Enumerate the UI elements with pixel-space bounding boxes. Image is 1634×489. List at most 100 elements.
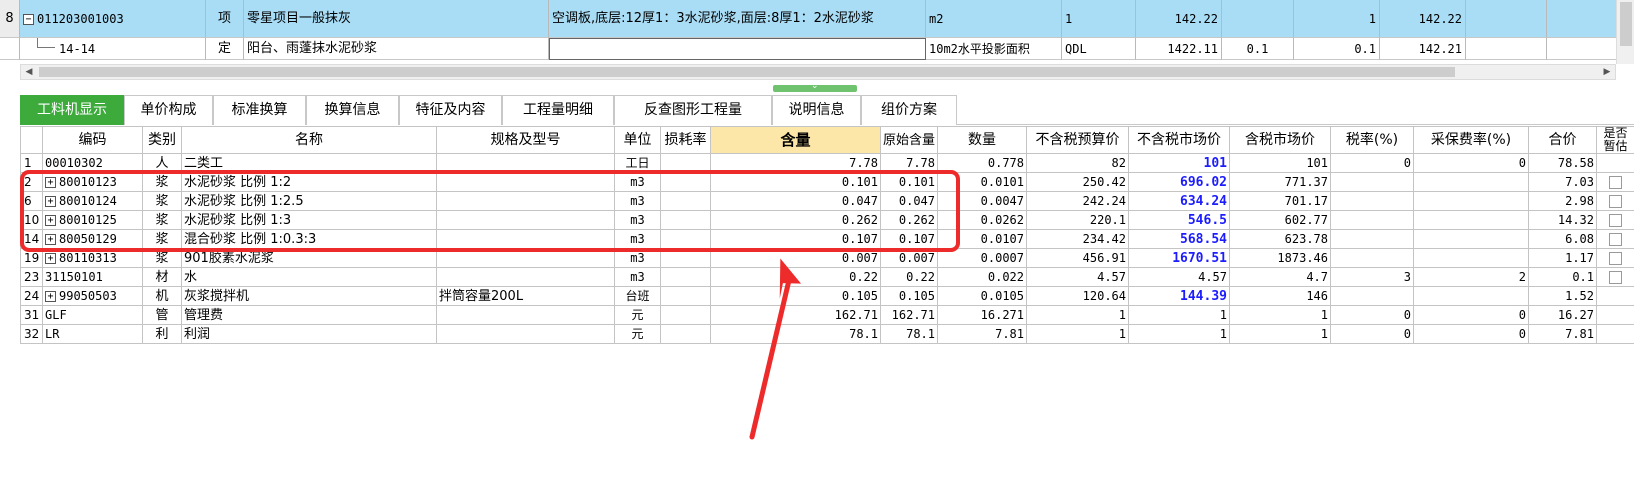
resource-total[interactable]: 16.27	[1528, 305, 1597, 325]
item-qty-expr[interactable]: 1	[1062, 0, 1136, 38]
resource-spec[interactable]	[436, 191, 615, 211]
scroll-left-icon[interactable]: ◀	[21, 65, 37, 79]
resource-purchase-rate[interactable]: 2	[1413, 267, 1529, 287]
resource-purchase-rate[interactable]	[1413, 172, 1529, 192]
tab-unit-price[interactable]: 单价构成	[124, 95, 213, 125]
resource-qty[interactable]: 7.81	[937, 324, 1027, 344]
resource-market-price[interactable]: 101	[1128, 153, 1230, 173]
resource-spec[interactable]	[436, 267, 615, 287]
resource-orig-content[interactable]: 0.107	[880, 229, 938, 249]
resource-budget-price[interactable]: 456.91	[1026, 248, 1129, 268]
resource-name[interactable]: 901胶素水泥浆	[181, 248, 437, 268]
resource-tax-rate[interactable]: 0	[1330, 305, 1414, 325]
resource-code[interactable]: +80050129	[42, 229, 143, 249]
resource-type[interactable]: 浆	[142, 248, 182, 268]
quota-qty-expr[interactable]: QDL	[1062, 38, 1136, 60]
resource-tax-market-price[interactable]: 4.7	[1229, 267, 1331, 287]
resource-unit[interactable]: m3	[614, 248, 661, 268]
resource-type[interactable]: 利	[142, 324, 182, 344]
resource-total[interactable]: 78.58	[1528, 153, 1597, 173]
resource-code[interactable]: GLF	[42, 305, 143, 325]
resource-name[interactable]: 水泥砂浆 比例 1:2	[181, 172, 437, 192]
resource-unit[interactable]: m3	[614, 210, 661, 230]
resource-orig-content[interactable]: 0.007	[880, 248, 938, 268]
header-spec[interactable]: 规格及型号	[436, 126, 615, 154]
resource-purchase-rate[interactable]	[1413, 210, 1529, 230]
resource-budget-price[interactable]: 1	[1026, 305, 1129, 325]
resource-tax-market-price[interactable]: 771.37	[1229, 172, 1331, 192]
resource-type[interactable]: 管	[142, 305, 182, 325]
tab-conversion-info[interactable]: 换算信息	[306, 95, 399, 125]
resource-content[interactable]: 0.101	[710, 172, 881, 192]
resource-tax-rate[interactable]: 3	[1330, 267, 1414, 287]
table-row[interactable]: 1 00010302 人二类工 工日 7.78 7.78 0.778 82 101 101 0 0 78…	[20, 153, 1634, 173]
resource-unit[interactable]: m3	[614, 191, 661, 211]
resource-qty[interactable]: 0.0101	[937, 172, 1027, 192]
tab-features-content[interactable]: 特征及内容	[399, 95, 502, 125]
resource-purchase-rate[interactable]	[1413, 191, 1529, 211]
resource-code[interactable]: +80010124	[42, 191, 143, 211]
resource-unit[interactable]: m3	[614, 267, 661, 287]
header-orig-content[interactable]: 原始含量	[880, 126, 938, 154]
resource-orig-content[interactable]: 162.71	[880, 305, 938, 325]
resource-unit[interactable]: 元	[614, 305, 661, 325]
resource-tax-rate[interactable]	[1330, 210, 1414, 230]
resource-purchase-rate[interactable]: 0	[1413, 305, 1529, 325]
resource-budget-price[interactable]: 250.42	[1026, 172, 1129, 192]
resource-qty[interactable]: 0.0262	[937, 210, 1027, 230]
header-estimate[interactable]: 是否暂估	[1596, 126, 1634, 154]
header-name[interactable]: 名称	[181, 126, 437, 154]
header-purchase-rate[interactable]: 采保费率(%)	[1413, 126, 1529, 154]
resource-market-price[interactable]: 568.54	[1128, 229, 1230, 249]
quota-feature-input[interactable]	[549, 38, 926, 60]
tab-description[interactable]: 说明信息	[772, 95, 861, 125]
resource-purchase-rate[interactable]: 0	[1413, 324, 1529, 344]
resource-code[interactable]: +99050503	[42, 286, 143, 306]
resource-total[interactable]: 1.17	[1528, 248, 1597, 268]
resource-purchase-rate[interactable]	[1413, 286, 1529, 306]
tab-graphic-quantity[interactable]: 反查图形工程量	[614, 95, 772, 125]
resource-purchase-rate[interactable]: 0	[1413, 153, 1529, 173]
resource-orig-content[interactable]: 0.262	[880, 210, 938, 230]
resource-budget-price[interactable]: 120.64	[1026, 286, 1129, 306]
table-row[interactable]: 24 +99050503 机灰浆搅拌机 拌筒容量200L 台班 0.105 0.105 0.0…	[20, 286, 1634, 306]
estimate-checkbox[interactable]	[1609, 213, 1622, 227]
resource-name[interactable]: 水泥砂浆 比例 1:3	[181, 210, 437, 230]
resource-budget-price[interactable]: 1	[1026, 324, 1129, 344]
resource-market-price[interactable]: 546.5	[1128, 210, 1230, 230]
resource-spec[interactable]	[436, 172, 615, 192]
resource-market-price[interactable]: 1670.51	[1128, 248, 1230, 268]
table-row[interactable]: 19 +80110313 浆 901胶素水泥浆 m3 0.007 0.007 0.0007 45…	[20, 248, 1634, 268]
tab-quantity-detail[interactable]: 工程量明细	[502, 95, 614, 125]
resource-budget-price[interactable]: 82	[1026, 153, 1129, 173]
resource-code[interactable]: +80010123	[42, 172, 143, 192]
resource-market-price[interactable]: 144.39	[1128, 286, 1230, 306]
header-tax-market-price[interactable]: 含税市场价	[1229, 126, 1331, 154]
vertical-scrollbar[interactable]	[1616, 0, 1634, 64]
estimate-checkbox[interactable]	[1609, 232, 1622, 246]
resource-budget-price[interactable]: 242.24	[1026, 191, 1129, 211]
resource-total[interactable]: 6.08	[1528, 229, 1597, 249]
resource-tax-rate[interactable]: 0	[1330, 324, 1414, 344]
expand-icon[interactable]: +	[45, 195, 56, 207]
table-row[interactable]: 2 +80010123 浆水泥砂浆 比例 1:2 m3 0.101 0.101 0.0101…	[20, 172, 1634, 192]
header-budget-price[interactable]: 不含税预算价	[1026, 126, 1129, 154]
resource-content[interactable]: 0.007	[710, 248, 881, 268]
expand-icon[interactable]: +	[45, 252, 56, 264]
resource-qty[interactable]: 0.0047	[937, 191, 1027, 211]
resource-budget-price[interactable]: 234.42	[1026, 229, 1129, 249]
expand-icon[interactable]: +	[45, 176, 56, 188]
resource-total[interactable]: 1.52	[1528, 286, 1597, 306]
resource-total[interactable]: 14.32	[1528, 210, 1597, 230]
header-code[interactable]: 编码	[42, 126, 143, 154]
resource-content[interactable]: 0.22	[710, 267, 881, 287]
horizontal-scrollbar[interactable]: ◀ ▶	[20, 64, 1616, 80]
resource-spec[interactable]	[436, 248, 615, 268]
resource-total[interactable]: 0.1	[1528, 267, 1597, 287]
resource-code[interactable]: 31150101	[42, 267, 143, 287]
resource-tax-market-price[interactable]: 602.77	[1229, 210, 1331, 230]
expand-icon[interactable]: +	[45, 214, 56, 226]
resource-market-price[interactable]: 4.57	[1128, 267, 1230, 287]
resource-code[interactable]: +80010125	[42, 210, 143, 230]
resource-name[interactable]: 二类工	[181, 153, 437, 173]
